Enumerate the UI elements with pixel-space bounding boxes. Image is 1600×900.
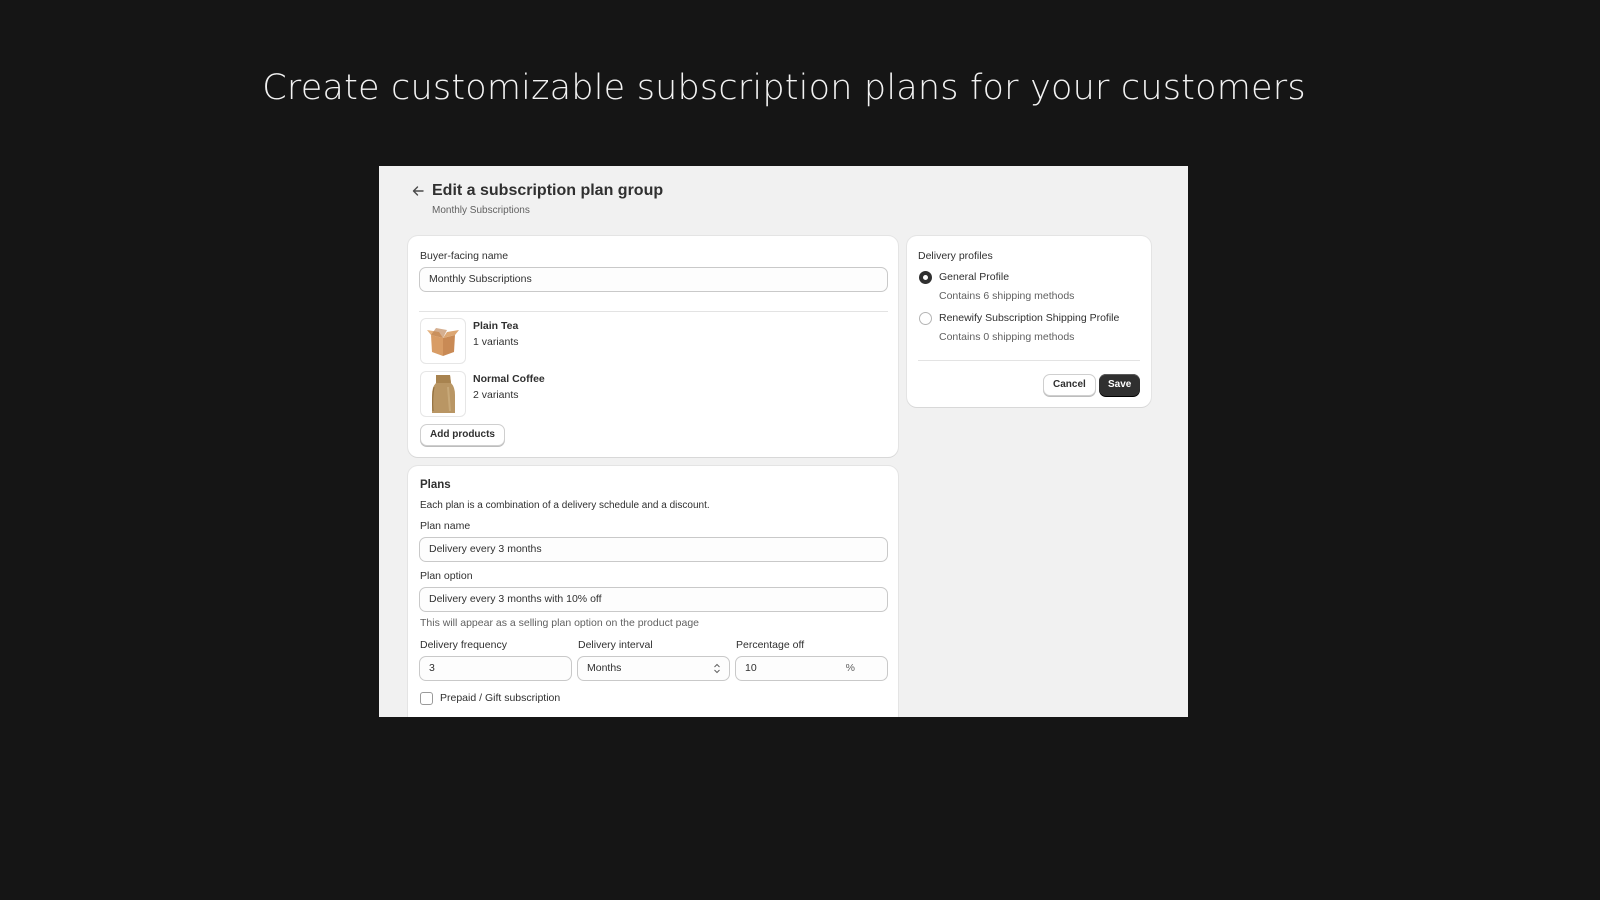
radio-unselected[interactable] xyxy=(919,312,932,325)
marketing-headline: Create customizable subscription plans f… xyxy=(262,68,1306,108)
plan-option-label: Plan option xyxy=(420,570,473,582)
prepaid-checkbox[interactable] xyxy=(420,692,433,705)
profile-name: Renewify Subscription Shipping Profile xyxy=(939,312,1120,324)
page-title: Edit a subscription plan group xyxy=(432,182,664,199)
percent-suffix: % xyxy=(845,662,855,674)
cancel-button[interactable]: Cancel xyxy=(1043,374,1096,396)
product-variants: 2 variants xyxy=(473,389,519,401)
save-button[interactable]: Save xyxy=(1099,374,1141,396)
percentage-off-label: Percentage off xyxy=(736,639,805,651)
arrow-left-icon[interactable] xyxy=(411,184,427,200)
buyer-name-input[interactable]: Monthly Subscriptions xyxy=(419,267,888,292)
plan-option-input[interactable]: Delivery every 3 months with 10% off xyxy=(419,587,888,612)
radio-selected[interactable] xyxy=(919,271,932,284)
delivery-interval-select[interactable]: Months xyxy=(577,656,730,681)
plan-name-input[interactable]: Delivery every 3 months xyxy=(419,537,888,562)
page-subtitle: Monthly Subscriptions xyxy=(432,205,530,216)
profile-detail: Contains 0 shipping methods xyxy=(939,331,1075,343)
product-name: Plain Tea xyxy=(473,320,519,332)
select-chevron-icon xyxy=(714,663,720,674)
delivery-interval-label: Delivery interval xyxy=(578,639,653,651)
products-card: Buyer-facing name Monthly Subscriptions … xyxy=(408,236,898,457)
buyer-name-label: Buyer-facing name xyxy=(420,250,509,262)
profile-name: General Profile xyxy=(939,271,1010,283)
cardboard-box-image xyxy=(420,318,466,364)
product-variants: 1 variants xyxy=(473,336,519,348)
plan-option-hint: This will appear as a selling plan optio… xyxy=(420,617,700,629)
plans-card: Plans Each plan is a combination of a de… xyxy=(408,466,898,717)
plan-name-label: Plan name xyxy=(420,520,471,532)
delivery-frequency-input[interactable]: 3 xyxy=(419,656,572,681)
add-products-button[interactable]: Add products xyxy=(420,424,505,446)
product-name: Normal Coffee xyxy=(473,373,545,385)
app-window: Edit a subscription plan group Monthly S… xyxy=(379,166,1188,717)
profile-detail: Contains 6 shipping methods xyxy=(939,290,1075,302)
percentage-off-input[interactable]: 10 % xyxy=(735,656,888,681)
prepaid-label: Prepaid / Gift subscription xyxy=(440,692,561,704)
delivery-interval-value: Months xyxy=(587,662,622,674)
delivery-profiles-title: Delivery profiles xyxy=(918,250,993,262)
coffee-bag-image xyxy=(420,371,466,417)
divider xyxy=(918,360,1140,361)
delivery-frequency-label: Delivery frequency xyxy=(420,639,507,651)
percentage-off-value: 10 xyxy=(745,662,757,674)
plans-description: Each plan is a combination of a delivery… xyxy=(420,500,710,511)
delivery-profiles-card: Delivery profiles General Profile Contai… xyxy=(907,236,1151,407)
plans-title: Plans xyxy=(420,479,451,491)
divider xyxy=(419,311,888,312)
